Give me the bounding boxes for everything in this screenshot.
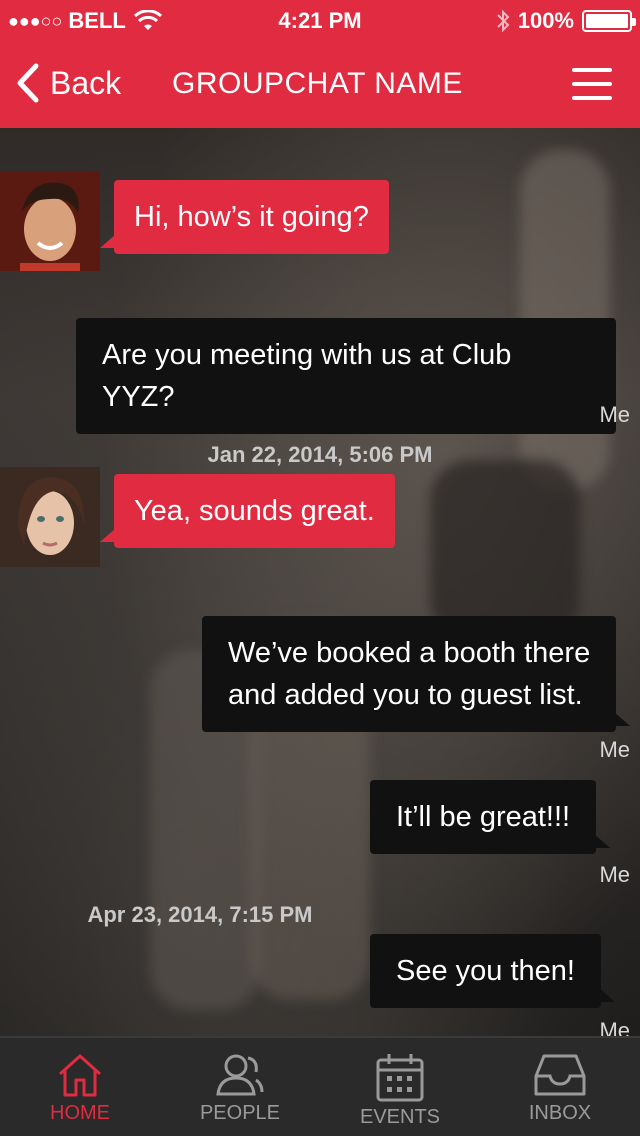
nav-bar: Back GROUPCHAT NAME bbox=[0, 40, 640, 128]
status-bar: ●●●○○ BELL 4:21 PM 100% bbox=[0, 0, 640, 40]
tab-inbox[interactable]: INBOX bbox=[480, 1038, 640, 1136]
avatar-female[interactable] bbox=[0, 467, 100, 567]
message-bubble-sent[interactable]: We’ve booked a booth there and added you… bbox=[202, 616, 631, 732]
back-button[interactable]: Back bbox=[14, 62, 121, 104]
people-icon bbox=[216, 1054, 264, 1096]
message-bubble-sent[interactable]: Are you meeting with us at Club YYZ? bbox=[76, 318, 616, 434]
inbox-icon bbox=[534, 1054, 586, 1096]
sender-label: Me bbox=[599, 402, 630, 427]
sender-label: Me bbox=[599, 862, 630, 887]
home-icon bbox=[58, 1054, 102, 1097]
sender-label: Me bbox=[599, 737, 630, 762]
page-title: GROUPCHAT NAME bbox=[172, 67, 463, 100]
back-label: Back bbox=[50, 64, 122, 101]
battery-percent: 100% bbox=[517, 8, 574, 33]
avatar-male[interactable] bbox=[0, 171, 100, 271]
message-bubble-received[interactable]: Hi, how’s it going? bbox=[100, 180, 389, 254]
message-timestamp: Jan 22, 2014, 5:06 PM bbox=[207, 442, 433, 467]
hamburger-icon bbox=[572, 68, 612, 72]
tab-label: HOME bbox=[50, 1102, 110, 1124]
tab-label: INBOX bbox=[528, 1102, 592, 1124]
tab-home[interactable]: HOME bbox=[0, 1038, 160, 1136]
calendar-icon bbox=[376, 1054, 424, 1102]
battery-icon bbox=[582, 10, 636, 32]
message-bubble-sent[interactable]: It’ll be great!!! bbox=[370, 780, 611, 854]
message-bubble-received[interactable]: Yea, sounds great. bbox=[100, 474, 395, 548]
menu-button[interactable] bbox=[572, 68, 612, 102]
tab-people[interactable]: PEOPLE bbox=[160, 1038, 320, 1136]
message-bubble-sent[interactable]: See you then! bbox=[370, 934, 615, 1008]
message-timestamp: Apr 23, 2014, 7:15 PM bbox=[87, 902, 313, 927]
chevron-left-icon bbox=[17, 63, 39, 103]
tab-label: EVENTS bbox=[359, 1106, 441, 1128]
tab-label: PEOPLE bbox=[199, 1102, 281, 1124]
tab-bar: HOME PEOPLE EVENTS INBOX bbox=[0, 1036, 640, 1136]
tab-events[interactable]: EVENTS bbox=[320, 1038, 480, 1136]
bluetooth-icon bbox=[497, 9, 510, 33]
